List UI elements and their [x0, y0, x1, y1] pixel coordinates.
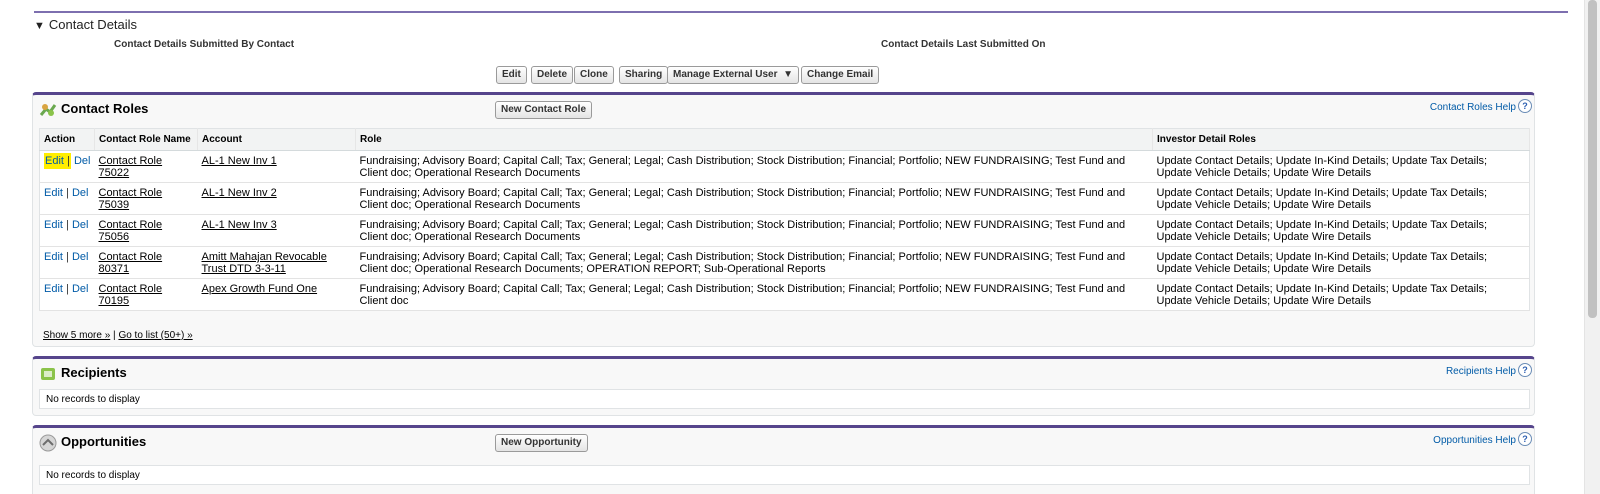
recipients-title: Recipients: [61, 365, 127, 380]
action-separator: |: [66, 187, 69, 199]
account-link[interactable]: Apex Growth Fund One: [202, 283, 318, 295]
contact-role-name-link[interactable]: Contact Role 80371: [99, 251, 163, 275]
recipients-icon: [41, 368, 55, 380]
sharing-button[interactable]: Sharing: [619, 66, 669, 84]
help-icon[interactable]: ?: [1518, 363, 1532, 377]
col-role: Role: [355, 128, 1153, 151]
row-actions: Edit | Del: [39, 214, 95, 247]
dropdown-arrow-icon: ▼: [783, 69, 793, 80]
table-row: Edit | Del Contact Role 80371 Amitt Maha…: [39, 246, 1530, 279]
contact-role-name-link[interactable]: Contact Role 75039: [99, 187, 163, 211]
table-row: Edit | Del Contact Role 75039 AL-1 New I…: [39, 182, 1530, 215]
opportunities-icon: [39, 434, 57, 452]
investor-roles-cell: Update Contact Details; Update In-Kind D…: [1152, 214, 1530, 247]
contact-details-title: Contact Details: [48, 17, 138, 32]
contact-roles-help-link[interactable]: Contact Roles Help: [1430, 102, 1516, 113]
contact-roles-footer: Show 5 more » | Go to list (50+) »: [43, 330, 193, 341]
edit-button[interactable]: Edit: [496, 66, 527, 84]
investor-roles-cell: Update Contact Details; Update In-Kind D…: [1152, 246, 1530, 279]
row-actions: Edit | Del: [39, 182, 95, 215]
delete-button[interactable]: Delete: [531, 66, 574, 84]
table-row: Edit | Del Contact Role 75056 AL-1 New I…: [39, 214, 1530, 247]
table-row: Edit | Del Contact Role 75022 AL-1 New I…: [39, 150, 1530, 183]
help-icon[interactable]: ?: [1518, 99, 1532, 113]
table-header-row: Action Contact Role Name Account Role In…: [39, 128, 1530, 151]
action-separator: |: [66, 251, 69, 263]
contact-role-name-link[interactable]: Contact Role 70195: [99, 283, 163, 307]
col-account: Account: [197, 128, 356, 151]
row-actions: Edit | Del: [39, 246, 95, 279]
recipients-panel: Recipients Recipients Help ? No records …: [32, 356, 1535, 416]
row-edit-link[interactable]: Edit: [45, 155, 64, 167]
submitted-by-label: Contact Details Submitted By Contact: [114, 39, 295, 50]
contact-role-name-link[interactable]: Contact Role 75022: [99, 155, 163, 179]
row-edit-link[interactable]: Edit: [44, 283, 63, 295]
opportunities-help-link[interactable]: Opportunities Help: [1433, 435, 1516, 446]
contact-roles-title: Contact Roles: [61, 101, 149, 116]
row-del-link[interactable]: Del: [72, 283, 89, 295]
row-del-link[interactable]: Del: [72, 219, 89, 231]
opportunities-title: Opportunities: [61, 434, 147, 449]
account-link[interactable]: AL-1 New Inv 2: [202, 187, 277, 199]
role-cell: Fundraising; Advisory Board; Capital Cal…: [355, 278, 1153, 311]
opportunities-panel: Opportunities New Opportunity Opportunit…: [32, 425, 1535, 494]
col-contact-role-name: Contact Role Name: [94, 128, 198, 151]
action-separator: |: [66, 219, 69, 231]
row-actions: Edit | Del: [39, 150, 95, 183]
new-contact-role-button[interactable]: New Contact Role: [495, 101, 593, 119]
clone-button[interactable]: Clone: [574, 66, 614, 84]
contact-role-name-link[interactable]: Contact Role 75056: [99, 219, 163, 243]
col-investor-detail-roles: Investor Detail Roles: [1152, 128, 1530, 151]
contact-details-toggle[interactable]: ▼ Contact Details: [34, 17, 137, 32]
role-cell: Fundraising; Advisory Board; Capital Cal…: [355, 182, 1153, 215]
last-submitted-label: Contact Details Last Submitted On: [881, 39, 1046, 50]
investor-roles-cell: Update Contact Details; Update In-Kind D…: [1152, 182, 1530, 215]
account-link[interactable]: Amitt Mahajan Revocable Trust DTD 3-3-11: [202, 251, 327, 275]
account-link[interactable]: AL-1 New Inv 1: [202, 155, 277, 167]
investor-roles-cell: Update Contact Details; Update In-Kind D…: [1152, 278, 1530, 311]
contact-roles-table: Action Contact Role Name Account Role In…: [39, 128, 1530, 311]
vertical-scrollbar[interactable]: [1584, 0, 1600, 494]
collapse-triangle-icon: ▼: [34, 20, 45, 32]
footer-separator: |: [113, 330, 116, 341]
show-more-link[interactable]: Show 5 more »: [43, 330, 110, 341]
action-separator: |: [66, 283, 69, 295]
role-cell: Fundraising; Advisory Board; Capital Cal…: [355, 214, 1153, 247]
manage-external-user-label: Manage External User: [673, 69, 778, 80]
row-edit-link[interactable]: Edit: [44, 219, 63, 231]
scrollbar-thumb[interactable]: [1588, 0, 1597, 318]
contact-roles-icon: [39, 104, 57, 116]
row-del-link[interactable]: Del: [72, 251, 89, 263]
opportunities-empty-message: No records to display: [39, 465, 1530, 485]
contact-roles-panel: Contact Roles New Contact Role Contact R…: [32, 92, 1535, 347]
go-to-list-link[interactable]: Go to list (50+) »: [118, 330, 192, 341]
action-separator: |: [67, 155, 70, 167]
contact-details-section: ▼ Contact Details Contact Details Submitt…: [34, 11, 1568, 95]
new-opportunity-button[interactable]: New Opportunity: [495, 434, 588, 452]
row-edit-link[interactable]: Edit: [44, 251, 63, 263]
account-link[interactable]: AL-1 New Inv 3: [202, 219, 277, 231]
manage-external-user-button[interactable]: Manage External User ▼: [667, 66, 799, 84]
row-edit-link[interactable]: Edit: [44, 187, 63, 199]
row-del-link[interactable]: Del: [74, 155, 91, 167]
recipients-empty-message: No records to display: [39, 389, 1530, 409]
table-row: Edit | Del Contact Role 70195 Apex Growt…: [39, 278, 1530, 311]
recipients-help-link[interactable]: Recipients Help: [1446, 366, 1516, 377]
col-action: Action: [39, 128, 95, 151]
role-cell: Fundraising; Advisory Board; Capital Cal…: [355, 150, 1153, 183]
row-del-link[interactable]: Del: [72, 187, 89, 199]
row-actions: Edit | Del: [39, 278, 95, 311]
investor-roles-cell: Update Contact Details; Update In-Kind D…: [1152, 150, 1530, 183]
help-icon[interactable]: ?: [1518, 432, 1532, 446]
role-cell: Fundraising; Advisory Board; Capital Cal…: [355, 246, 1153, 279]
change-email-button[interactable]: Change Email: [801, 66, 880, 84]
